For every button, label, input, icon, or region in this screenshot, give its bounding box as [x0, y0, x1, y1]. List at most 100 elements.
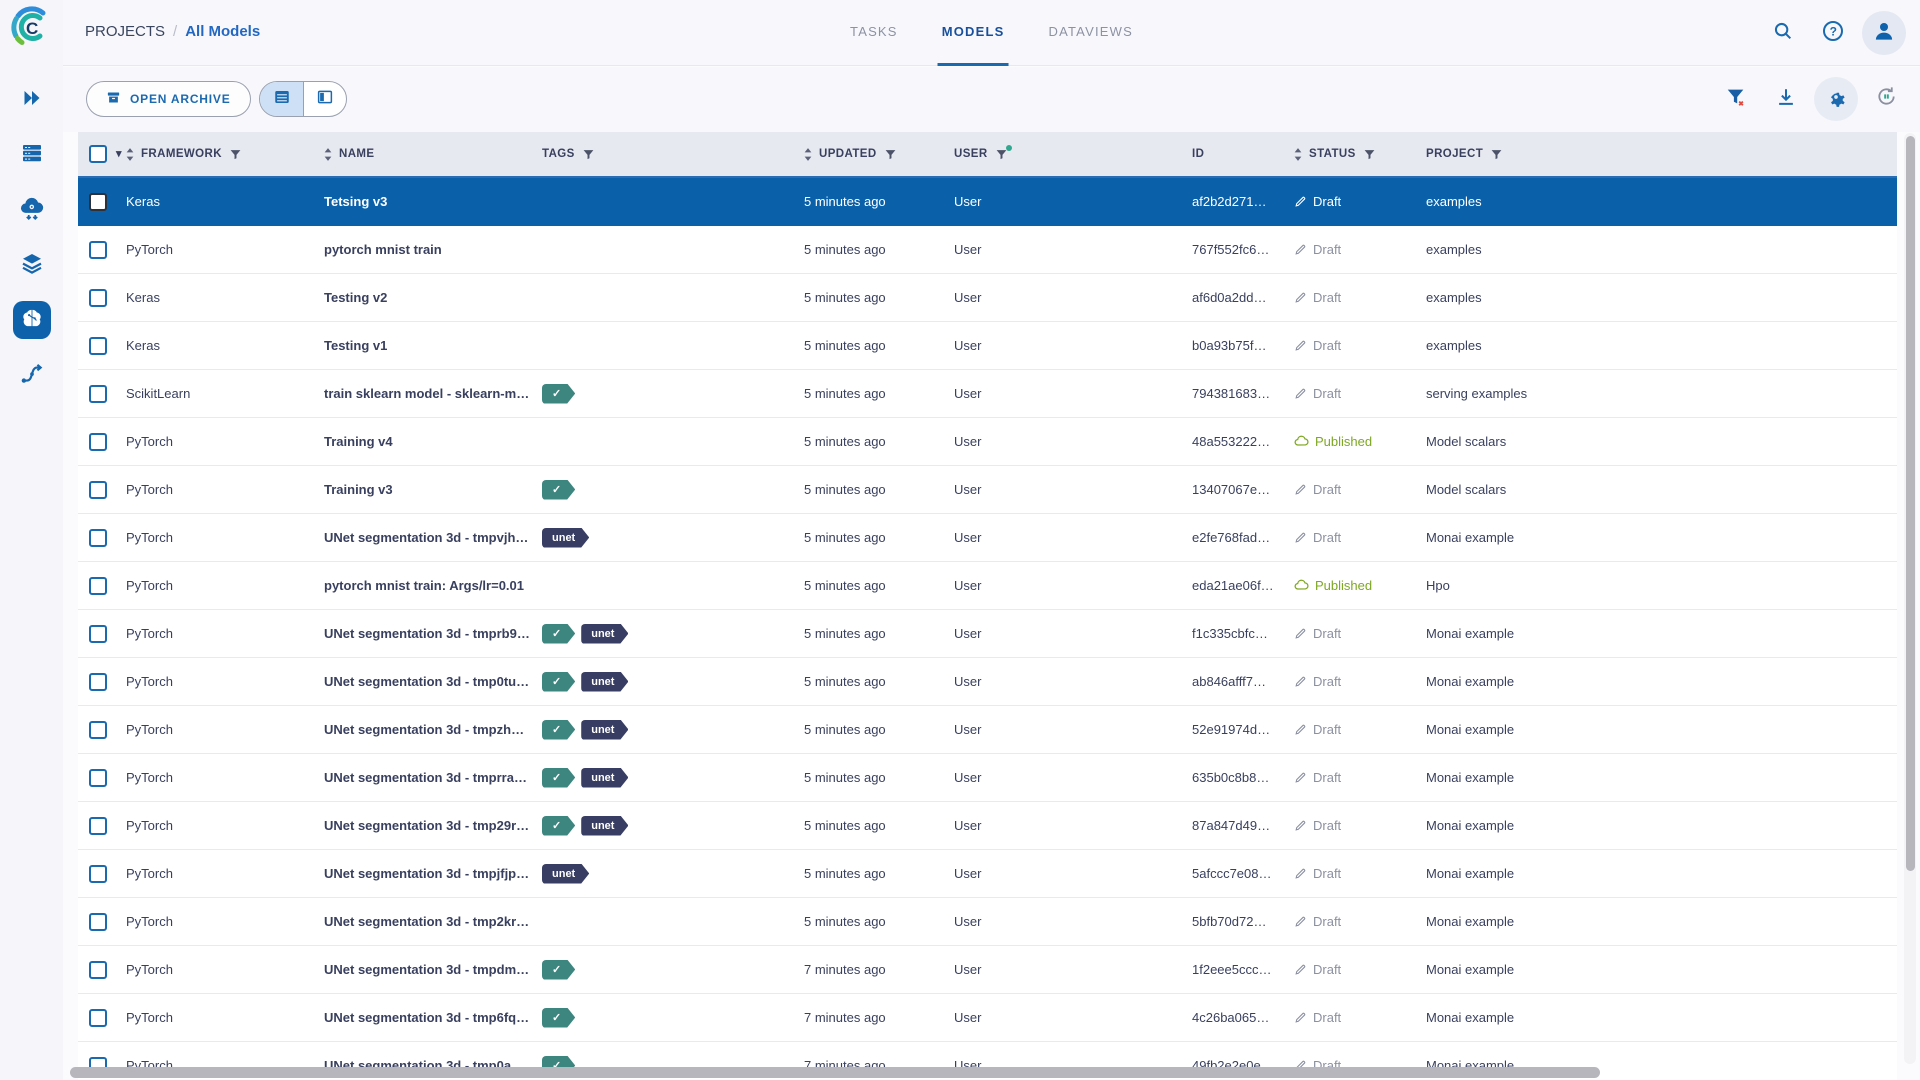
row-checkbox[interactable]	[89, 241, 107, 259]
sidebar-item-queues[interactable]	[13, 136, 51, 174]
select-dropdown-caret-icon[interactable]: ▾	[116, 149, 122, 160]
project-cell: examples	[1424, 338, 1897, 353]
project-cell: Monai example	[1424, 818, 1897, 833]
model-name-cell: UNet segmentation 3d - tmprb9d…	[322, 626, 540, 641]
clearml-logo[interactable]: C	[10, 5, 54, 49]
row-checkbox[interactable]	[89, 625, 107, 643]
model-name-cell: UNet segmentation 3d - tmprrae…	[322, 770, 540, 785]
filter-icon[interactable]	[884, 148, 897, 161]
row-checkbox[interactable]	[89, 289, 107, 307]
draft-pencil-icon	[1294, 627, 1307, 640]
filter-icon[interactable]	[1363, 148, 1376, 161]
help-button[interactable]: ?	[1812, 12, 1854, 54]
filter-icon[interactable]	[1490, 148, 1503, 161]
filter-icon[interactable]	[229, 148, 242, 161]
status-label: Draft	[1313, 338, 1341, 353]
id-cell: af6d0a2dd…	[1190, 290, 1292, 305]
table-row[interactable]: PyTorchUNet segmentation 3d - tmpjfjpv…u…	[78, 850, 1897, 898]
table-row[interactable]: PyTorchUNet segmentation 3d - tmpdm4…✓7 …	[78, 946, 1897, 994]
search-button[interactable]	[1762, 12, 1804, 54]
auto-refresh-button[interactable]	[1864, 77, 1908, 121]
breadcrumb-all-models[interactable]: All Models	[185, 23, 260, 40]
row-checkbox[interactable]	[89, 817, 107, 835]
framework-cell: PyTorch	[124, 626, 322, 641]
row-checkbox[interactable]	[89, 577, 107, 595]
row-checkbox[interactable]	[89, 769, 107, 787]
row-select-cell	[78, 625, 124, 643]
filter-icon[interactable]	[582, 148, 595, 161]
filter-icon[interactable]	[995, 148, 1008, 161]
row-checkbox[interactable]	[89, 193, 107, 211]
framework-cell: PyTorch	[124, 962, 322, 977]
sidebar-item-datasets[interactable]	[13, 246, 51, 284]
table-view-button[interactable]	[260, 82, 303, 116]
table-row[interactable]: PyTorchTraining v3✓5 minutes agoUser1340…	[78, 466, 1897, 514]
column-header-id: ID	[1190, 148, 1292, 160]
table-row[interactable]: PyTorchUNet segmentation 3d - tmp2kr0…5 …	[78, 898, 1897, 946]
table-row[interactable]: PyTorchUNet segmentation 3d - tmp6fq0…✓7…	[78, 994, 1897, 1042]
status-label: Published	[1315, 578, 1372, 593]
table-header: ▾FRAMEWORKNAMETAGSUPDATEDUSERIDSTATUSPRO…	[78, 132, 1897, 178]
table-row[interactable]: PyTorchUNet segmentation 3d - tmpvjhyl…u…	[78, 514, 1897, 562]
sidebar-item-pipelines[interactable]	[13, 356, 51, 394]
sort-icon[interactable]	[804, 148, 812, 161]
sidebar-item-workers[interactable]	[13, 191, 51, 229]
row-checkbox[interactable]	[89, 385, 107, 403]
sidebar-item-expand[interactable]	[13, 81, 51, 119]
table-row[interactable]: PyTorchUNet segmentation 3d - tmpzh0…✓un…	[78, 706, 1897, 754]
vertical-scrollbar-thumb[interactable]	[1906, 136, 1915, 871]
row-checkbox[interactable]	[89, 1009, 107, 1027]
profile-button[interactable]	[1862, 11, 1906, 55]
sort-icon[interactable]	[126, 148, 134, 161]
table-row[interactable]: PyTorchUNet segmentation 3d - tmprrae…✓u…	[78, 754, 1897, 802]
row-checkbox[interactable]	[89, 913, 107, 931]
table-row[interactable]: KerasTetsing v35 minutes agoUseraf2b2d27…	[78, 178, 1897, 226]
table-row[interactable]: KerasTesting v15 minutes agoUserb0a93b75…	[78, 322, 1897, 370]
row-checkbox[interactable]	[89, 529, 107, 547]
updated-cell: 5 minutes ago	[802, 530, 952, 545]
tab-dataviews[interactable]: DATAVIEWS	[1045, 0, 1137, 66]
table-row[interactable]: PyTorchUNet segmentation 3d - tmp29rf…✓u…	[78, 802, 1897, 850]
vertical-scrollbar[interactable]	[1904, 133, 1916, 1064]
open-archive-button[interactable]: OPEN ARCHIVE	[86, 81, 251, 117]
column-header-tags: TAGS	[540, 148, 802, 161]
table-row[interactable]: PyTorchUNet segmentation 3d - tmprb9d…✓u…	[78, 610, 1897, 658]
draft-pencil-icon	[1294, 675, 1307, 688]
framework-cell: PyTorch	[124, 578, 322, 593]
row-checkbox[interactable]	[89, 481, 107, 499]
horizontal-scrollbar[interactable]	[63, 1066, 1909, 1079]
breadcrumb-projects[interactable]: PROJECTS	[85, 23, 165, 40]
table-row[interactable]: PyTorchTraining v45 minutes agoUser48a55…	[78, 418, 1897, 466]
row-checkbox[interactable]	[89, 721, 107, 739]
table-row[interactable]: ScikitLearntrain sklearn model - sklearn…	[78, 370, 1897, 418]
id-cell: 52e91974d…	[1190, 722, 1292, 737]
settings-button[interactable]	[1814, 77, 1858, 121]
row-checkbox[interactable]	[89, 673, 107, 691]
row-checkbox[interactable]	[89, 433, 107, 451]
select-all-checkbox[interactable]	[89, 145, 107, 163]
tab-tasks[interactable]: TASKS	[846, 0, 902, 66]
status-cell: Draft	[1292, 866, 1424, 881]
row-checkbox[interactable]	[89, 865, 107, 883]
clear-filters-button[interactable]	[1714, 77, 1758, 121]
sort-icon[interactable]	[324, 148, 332, 161]
layers-icon	[20, 251, 44, 280]
tags-cell: ✓unet	[540, 720, 802, 740]
table-row[interactable]: KerasTesting v25 minutes agoUseraf6d0a2d…	[78, 274, 1897, 322]
row-checkbox[interactable]	[89, 337, 107, 355]
status-cell: Draft	[1292, 194, 1424, 209]
svg-text:C: C	[26, 19, 38, 38]
model-name-cell: Training v3	[322, 482, 540, 497]
download-button[interactable]	[1764, 77, 1808, 121]
status-cell: Published	[1292, 578, 1424, 593]
sort-icon[interactable]	[1294, 148, 1302, 161]
row-checkbox[interactable]	[89, 961, 107, 979]
project-cell: Hpo	[1424, 578, 1897, 593]
tab-models[interactable]: MODELS	[938, 0, 1009, 66]
sidebar-item-models[interactable]	[13, 301, 51, 339]
horizontal-scrollbar-thumb[interactable]	[70, 1067, 1600, 1078]
table-row[interactable]: PyTorchpytorch mnist train5 minutes agoU…	[78, 226, 1897, 274]
card-view-button[interactable]	[303, 82, 346, 116]
table-row[interactable]: PyTorchpytorch mnist train: Args/lr=0.01…	[78, 562, 1897, 610]
table-row[interactable]: PyTorchUNet segmentation 3d - tmp0tu…✓un…	[78, 658, 1897, 706]
